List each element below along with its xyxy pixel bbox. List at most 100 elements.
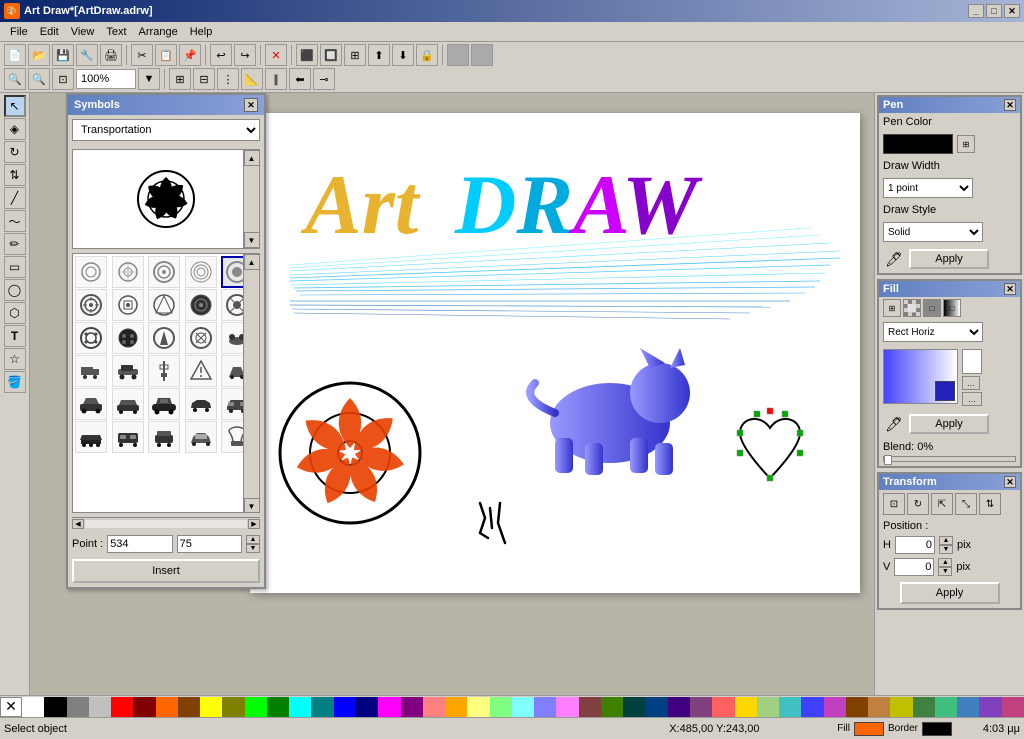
symbol-cell-7[interactable] (148, 289, 180, 321)
color-swatch[interactable] (579, 697, 601, 717)
point-input[interactable] (107, 535, 172, 553)
select-tool[interactable]: ↖ (4, 95, 26, 117)
front-button[interactable]: ⬆ (368, 44, 390, 66)
color-swatch[interactable] (22, 697, 44, 717)
color-swatch[interactable] (111, 697, 133, 717)
symbols-grid[interactable]: ▲ ▼ (72, 253, 260, 513)
symbol-cell-3[interactable] (185, 256, 217, 288)
insert-button[interactable]: Insert (72, 559, 260, 583)
pen-dropper-icon[interactable]: 🖊 (883, 248, 905, 270)
copy-button[interactable]: 📋 (155, 44, 177, 66)
color-swatch[interactable] (44, 697, 66, 717)
transform-close-button[interactable]: ✕ (1004, 476, 1016, 488)
pen-color-box[interactable] (883, 134, 953, 154)
lock-button[interactable]: 🔒 (416, 44, 438, 66)
symbol-cell-21[interactable] (112, 388, 144, 420)
color-swatch[interactable] (645, 697, 667, 717)
fill-gradient-preview[interactable] (883, 349, 958, 404)
point-num-input[interactable] (177, 535, 242, 553)
fill-grad-icon[interactable]: □ (943, 299, 961, 317)
symbol-cell-16[interactable] (112, 355, 144, 387)
menu-help[interactable]: Help (184, 24, 219, 40)
transform-shear-btn[interactable]: ⤡ (955, 493, 977, 515)
new-button[interactable]: 📄 (4, 44, 26, 66)
color-swatch[interactable] (712, 697, 734, 717)
no-color-swatch[interactable]: ✕ (0, 697, 22, 717)
symbol-cell-15[interactable] (75, 355, 107, 387)
fill-close-button[interactable]: ✕ (1004, 283, 1016, 295)
color-swatch[interactable] (601, 697, 623, 717)
color-swatch[interactable] (67, 697, 89, 717)
node-tool[interactable]: ◈ (4, 118, 26, 140)
color-swatch[interactable] (311, 697, 333, 717)
symbol-cell-23[interactable] (185, 388, 217, 420)
color-swatch[interactable] (401, 697, 423, 717)
grid-scroll-down[interactable]: ▼ (244, 498, 260, 513)
menu-arrange[interactable]: Arrange (133, 24, 184, 40)
menu-view[interactable]: View (65, 24, 101, 40)
symbol-cell-12[interactable] (148, 322, 180, 354)
draw-width-select[interactable]: 1 point (883, 178, 973, 198)
color-swatch[interactable] (289, 697, 311, 717)
hscroll-track[interactable] (84, 519, 248, 529)
save-button[interactable]: 💾 (52, 44, 74, 66)
color-swatch[interactable] (868, 697, 890, 717)
align-left[interactable]: ⬅ (289, 68, 311, 90)
symbols-hscrollbar[interactable]: ◀ ▶ (72, 517, 260, 529)
symbol-cell-5[interactable] (75, 289, 107, 321)
zoom-in-button[interactable]: 🔍 (4, 68, 26, 90)
color-swatch[interactable] (378, 697, 400, 717)
transform-scale-btn[interactable]: ⇱ (931, 493, 953, 515)
v-spin-down[interactable]: ▼ (938, 567, 952, 576)
preview-scrollbar[interactable]: ▲ ▼ (243, 150, 259, 248)
v-position-input[interactable] (894, 558, 934, 576)
zoom-out-button[interactable]: 🔍 (28, 68, 50, 90)
symbol-cell-13[interactable] (185, 322, 217, 354)
transform-apply-button[interactable]: Apply (900, 582, 1000, 604)
symbol-cell-0[interactable] (75, 256, 107, 288)
menu-file[interactable]: File (4, 24, 34, 40)
back-button[interactable]: ⬇ (392, 44, 414, 66)
spin-up[interactable]: ▲ (246, 535, 260, 544)
zoom-fit-button[interactable]: ⊡ (52, 68, 74, 90)
color-swatch[interactable] (735, 697, 757, 717)
rect-tool[interactable]: ▭ (4, 256, 26, 278)
blend-slider[interactable] (883, 456, 1016, 462)
menu-edit[interactable]: Edit (34, 24, 65, 40)
h-spin-down[interactable]: ▼ (939, 545, 953, 554)
symbols-close-button[interactable]: ✕ (244, 98, 258, 112)
minimize-button[interactable]: _ (968, 4, 984, 18)
pen-apply-button[interactable]: Apply (909, 249, 989, 269)
v-spinner[interactable]: ▲ ▼ (938, 558, 952, 576)
symbol-cell-18[interactable] (185, 355, 217, 387)
color-swatch[interactable] (534, 697, 556, 717)
symbols-category-dropdown[interactable]: Transportation (72, 119, 260, 141)
spin-down[interactable]: ▼ (246, 544, 260, 553)
fill-apply-button[interactable]: Apply (909, 414, 989, 434)
color-swatch[interactable] (824, 697, 846, 717)
polygon-tool[interactable]: ⬡ (4, 302, 26, 324)
symbol-tool[interactable]: ☆ (4, 348, 26, 370)
zoom-dropdown[interactable]: ▼ (138, 68, 160, 90)
symbol-cell-8[interactable] (185, 289, 217, 321)
select-all-button[interactable]: ⬛ (296, 44, 318, 66)
redo-button[interactable]: ↪ (234, 44, 256, 66)
draw-style-select[interactable]: Solid (883, 222, 983, 242)
color-swatch[interactable] (801, 697, 823, 717)
menu-text[interactable]: Text (100, 24, 132, 40)
fill-solid-icon[interactable]: □ (923, 299, 941, 317)
scroll-down-button[interactable]: ▼ (244, 232, 260, 248)
fill-tool[interactable]: 🪣 (4, 371, 26, 393)
undo-button[interactable]: ↩ (210, 44, 232, 66)
color-swatch[interactable] (133, 697, 155, 717)
gray-btn-2[interactable] (471, 44, 493, 66)
color-swatch[interactable] (1002, 697, 1024, 717)
rulers-toggle[interactable]: 📐 (241, 68, 263, 90)
snap-grid[interactable]: ⋮ (217, 68, 239, 90)
properties-button[interactable]: 🔧 (76, 44, 98, 66)
snap-toggle[interactable]: ⊟ (193, 68, 215, 90)
zoom-level[interactable]: 100% (76, 69, 136, 89)
h-position-input[interactable] (895, 536, 935, 554)
point-spinner[interactable]: ▲ ▼ (246, 535, 260, 553)
cut-button[interactable]: ✂ (131, 44, 153, 66)
